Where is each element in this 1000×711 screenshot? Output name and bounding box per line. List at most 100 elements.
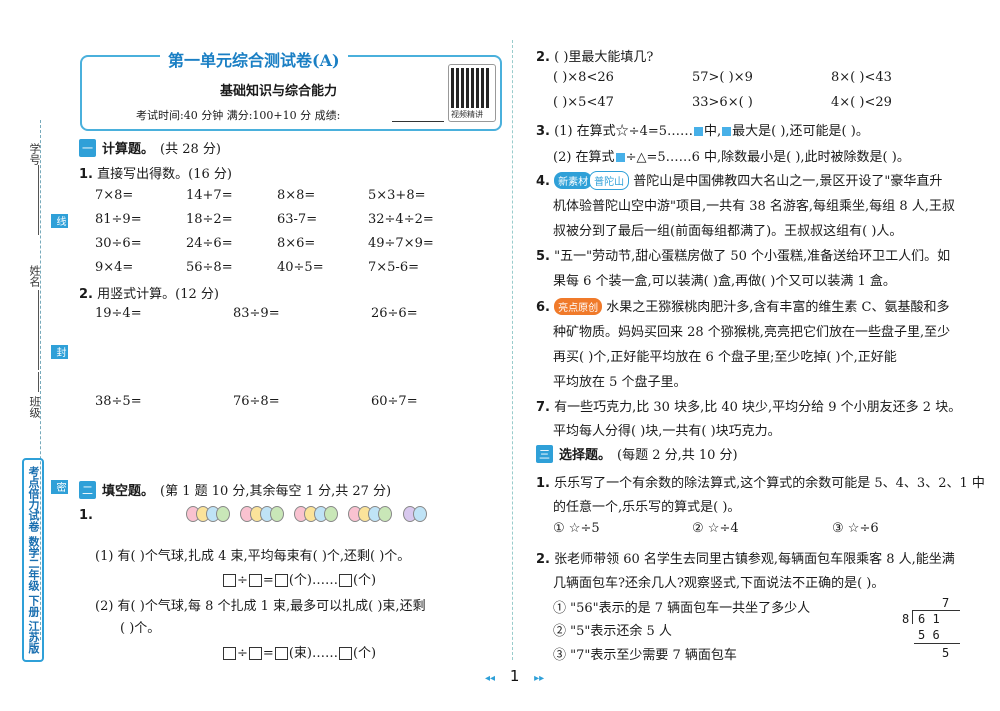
question-number: 6. <box>536 300 550 315</box>
answer-box[interactable] <box>223 574 236 587</box>
q1-part-1-equation: ÷ = (个)…… (个) <box>222 569 376 588</box>
division-bracket <box>912 610 913 624</box>
question-2-4-line3: 叔被分到了最后一组(前面每组都满了)。王叔叔这组有( )人。 <box>553 224 903 239</box>
q1-part-2-line2: ( )个。 <box>120 621 161 636</box>
problem-item: 14+7= <box>186 188 233 203</box>
answer-box[interactable] <box>338 574 352 587</box>
question-number: 5. <box>536 249 550 264</box>
problem-item: ( )×8<26 <box>553 70 614 85</box>
section-number: 一 <box>79 138 96 157</box>
question-number: 2. <box>79 287 93 302</box>
problem-item: 83÷9= <box>233 306 280 321</box>
section-number: 三 <box>536 444 553 463</box>
question-2-4-line1: 4. 新素材 普陀山 普陀山是中国佛教四大名山之一,景区开设了"豪华直升 <box>536 170 942 190</box>
answer-box[interactable] <box>274 574 288 587</box>
problem-item: 76÷8= <box>233 394 280 409</box>
choice-2-option[interactable]: ② "5"表示还余 5 人 <box>553 620 672 639</box>
page-title: 第一单元综合测试卷(A) <box>160 47 348 71</box>
question-number: 2. <box>536 552 550 567</box>
prev-page-icon[interactable]: ◂◂ <box>485 673 495 684</box>
section-score: (共 28 分) <box>160 142 221 157</box>
question-2-3b: (2) 在算式 ÷△=5……6 中,除数最小是( ),此时被除数是( )。 <box>553 150 910 165</box>
problem-item: 8×6= <box>277 236 316 251</box>
question-2-5-line2: 果每 6 个装一盒,可以装满( )盒,再做( )个又可以装满 1 盒。 <box>553 274 896 289</box>
choice-2-option[interactable]: ① "56"表示的是 7 辆面包车一共坐了多少人 <box>553 597 810 616</box>
remainder: 5 <box>942 646 950 660</box>
question-2-5-line1: 5. "五一"劳动节,甜心蛋糕房做了 50 个小蛋糕,准备送给环卫工人们。如 <box>536 249 951 264</box>
choice-2-option[interactable]: ③ "7"表示至少需要 7 辆面包车 <box>553 644 737 663</box>
problem-item: 63-7= <box>277 212 318 227</box>
question-2-2: 2. ( )里最大能填几? <box>536 46 653 65</box>
answer-box[interactable] <box>338 647 352 660</box>
section-2-heading: 二 填空题。 (第 1 题 10 分,其余每空 1 分,共 27 分) <box>79 480 391 499</box>
question-2-4-line2: 机体验普陀山空中游"项目,一共有 38 名游客,每组乘坐,每组 8 人,王叔 <box>553 199 955 214</box>
question-2-6-line1: 6. 亮点原创 水果之王猕猴桃肉肥汁多,含有丰富的维生素 C、氨基酸和多 <box>536 298 950 315</box>
page-subtitle: 基础知识与综合能力 <box>220 84 338 99</box>
subtraction-bar <box>914 643 960 644</box>
choice-2-line2: 几辆面包车?还余几人?观察竖式,下面说法不正确的是( )。 <box>553 576 885 591</box>
choice-1-option[interactable]: ③ ☆÷6 <box>832 521 879 536</box>
answer-box[interactable] <box>274 647 288 660</box>
new-material-tag: 新素材 <box>554 172 593 189</box>
q1-part-1: (1) 有( )个气球,扎成 4 束,平均每束有( )个,还剩( )个。 <box>95 549 411 564</box>
balloon-bunches-image <box>186 506 427 526</box>
question-2-6-line2: 种矿物质。妈妈买回来 28 个猕猴桃,亮亮把它们放在一些盘子里,至少 <box>553 325 951 340</box>
question-number: 1. <box>79 167 93 182</box>
section-score: (第 1 题 10 分,其余每空 1 分,共 27 分) <box>160 484 392 499</box>
section-name: 填空题。 <box>102 484 155 499</box>
section-3-heading: 三 选择题。 (每题 2 分,共 10 分) <box>536 444 738 463</box>
page-number: 1 <box>509 667 520 685</box>
answer-box[interactable] <box>248 647 262 660</box>
qr-code-icon[interactable] <box>451 68 491 108</box>
student-number-label: 学号 <box>28 143 41 165</box>
question-2-6-line4: 平均放在 5 个盘子里。 <box>553 375 687 390</box>
problem-item: 8×( )<43 <box>831 70 892 85</box>
problem-item: 57>( )×9 <box>692 70 753 85</box>
blue-square-icon <box>722 127 732 136</box>
next-page-icon[interactable]: ▸▸ <box>534 673 544 684</box>
q1-part-2-equation: ÷ = (束)…… (个) <box>222 642 376 661</box>
problem-item: 24÷6= <box>186 236 233 251</box>
question-number: 1. <box>536 476 550 491</box>
student-name-blank <box>38 290 39 370</box>
problem-item: 7×5-6= <box>368 260 419 275</box>
problem-item: 81÷9= <box>95 212 142 227</box>
problem-item: 33>6×( ) <box>692 95 753 110</box>
exam-info: 考试时间:40 分钟 满分:100+10 分 成绩: <box>136 109 341 122</box>
question-2-3a: 3. (1) 在算式☆÷4=5…… 中, 最大是( ),还可能是( )。 <box>536 124 869 139</box>
dividend: 6 1 <box>918 612 940 626</box>
product: 5 6 <box>918 628 940 642</box>
question-text: 用竖式计算。(12 分) <box>97 287 219 302</box>
division-bar <box>912 610 960 611</box>
question-number: 3. <box>536 124 550 139</box>
question-text: 直接写出得数。(16 分) <box>97 167 232 182</box>
answer-box[interactable] <box>248 574 262 587</box>
problem-item: 32÷4÷2= <box>368 212 434 227</box>
balloon-pair-icon <box>402 506 427 526</box>
column-divider <box>512 40 513 660</box>
question-1-1: 1. 直接写出得数。(16 分) <box>79 163 232 182</box>
q1-part-2-line1: (2) 有( )个气球,每 8 个扎成 1 束,最多可以扎成( )束,还剩 <box>95 599 426 614</box>
problem-item: 18÷2= <box>186 212 233 227</box>
question-2-7-line2: 平均每人分得( )块,一共有( )块巧克力。 <box>553 424 781 439</box>
unit-label: (个) <box>352 646 377 661</box>
question-2-6-line3: 再买( )个,正好能平均放在 6 个盘子里;至少吃掉( )个,正好能 <box>553 350 897 365</box>
problem-item: 4×( )<29 <box>831 95 892 110</box>
question-number: 4. <box>536 174 550 189</box>
balloon-bunch-icon <box>240 506 285 526</box>
problem-item: 19÷4= <box>95 306 142 321</box>
qr-label: 视频精讲 <box>451 110 483 119</box>
answer-box[interactable] <box>223 647 236 660</box>
problem-item: 49÷7×9= <box>368 236 434 251</box>
binding-mark-line: 线 <box>51 214 68 228</box>
question-2-7-line1: 7. 有一些巧克力,比 30 块多,比 40 块少,平均分给 9 个小朋友还多 … <box>536 400 962 415</box>
score-blank <box>392 121 444 122</box>
class-blank <box>38 372 39 392</box>
section-name: 选择题。 <box>559 448 612 463</box>
choice-1-option[interactable]: ② ☆÷4 <box>692 521 739 536</box>
divisor: 8 <box>902 612 910 626</box>
choice-2-line1: 2. 张老师带领 60 名学生去同里古镇参观,每辆面包车限乘客 8 人,能坐满 <box>536 552 955 567</box>
page-footer: ◂◂ 1 ▸▸ <box>485 667 544 685</box>
blue-square-icon <box>694 127 703 136</box>
choice-1-option[interactable]: ① ☆÷5 <box>553 521 600 536</box>
